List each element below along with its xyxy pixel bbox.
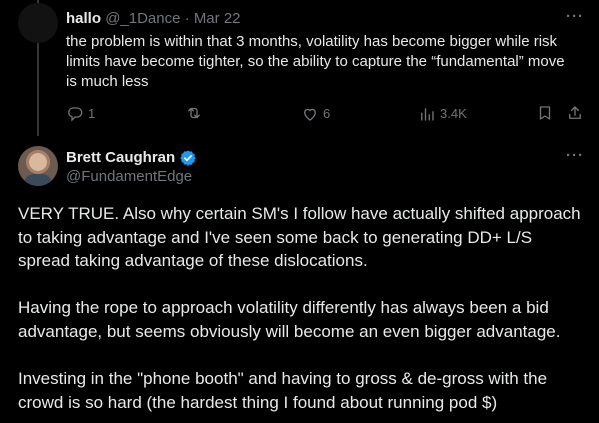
tweet-paragraph: VERY TRUE. Also why certain SM's I follo… (18, 204, 581, 271)
reply-button[interactable]: 1 (66, 104, 95, 124)
verified-badge-icon[interactable] (179, 149, 197, 167)
reply-author-name[interactable]: hallo (66, 10, 101, 27)
reply-separator: · (184, 10, 190, 27)
retweet-button[interactable] (185, 104, 203, 122)
reply-avatar[interactable] (18, 3, 58, 43)
like-button[interactable]: 6 (301, 104, 330, 124)
bookmark-button[interactable] (536, 104, 554, 122)
tweet-paragraph: Investing in the "phone booth" and havin… (18, 369, 548, 412)
views-icon (421, 108, 434, 121)
share-icon (569, 106, 581, 119)
bookmark-icon (539, 106, 551, 120)
reply-text: the problem is within that 3 months, vol… (66, 33, 565, 90)
reply-author-handle[interactable]: @_1Dance (105, 10, 180, 27)
author-handle[interactable]: @FundamentEdge (66, 167, 192, 187)
author-name[interactable]: Brett Caughran (66, 148, 175, 168)
reply-icon (68, 107, 83, 122)
views-button[interactable]: 3.4K (418, 104, 467, 124)
tweet-paragraph: Having the rope to approach volatility d… (18, 298, 561, 341)
author-name-row: Brett Caughran (66, 148, 197, 168)
reply-date[interactable]: Mar 22 (194, 10, 241, 27)
heart-icon (304, 108, 316, 121)
retweet-icon (188, 107, 200, 119)
reply-count: 1 (88, 106, 96, 121)
reply-more-button[interactable]: ··· (566, 8, 584, 25)
reply-header: hallo @_1Dance · Mar 22 (66, 9, 241, 29)
tweet-more-button[interactable]: ··· (566, 147, 584, 164)
reply-tweet[interactable]: hallo @_1Dance · Mar 22 ··· the problem … (0, 0, 599, 136)
like-count: 6 (323, 106, 331, 121)
tweet-text: VERY TRUE. Also why certain SM's I follo… (18, 202, 588, 414)
share-button[interactable] (566, 104, 584, 122)
avatar-shirt (24, 174, 52, 186)
reply-action-bar: 1 6 3.4K (0, 104, 599, 124)
views-count: 3.4K (440, 106, 467, 121)
author-avatar[interactable] (18, 146, 58, 186)
